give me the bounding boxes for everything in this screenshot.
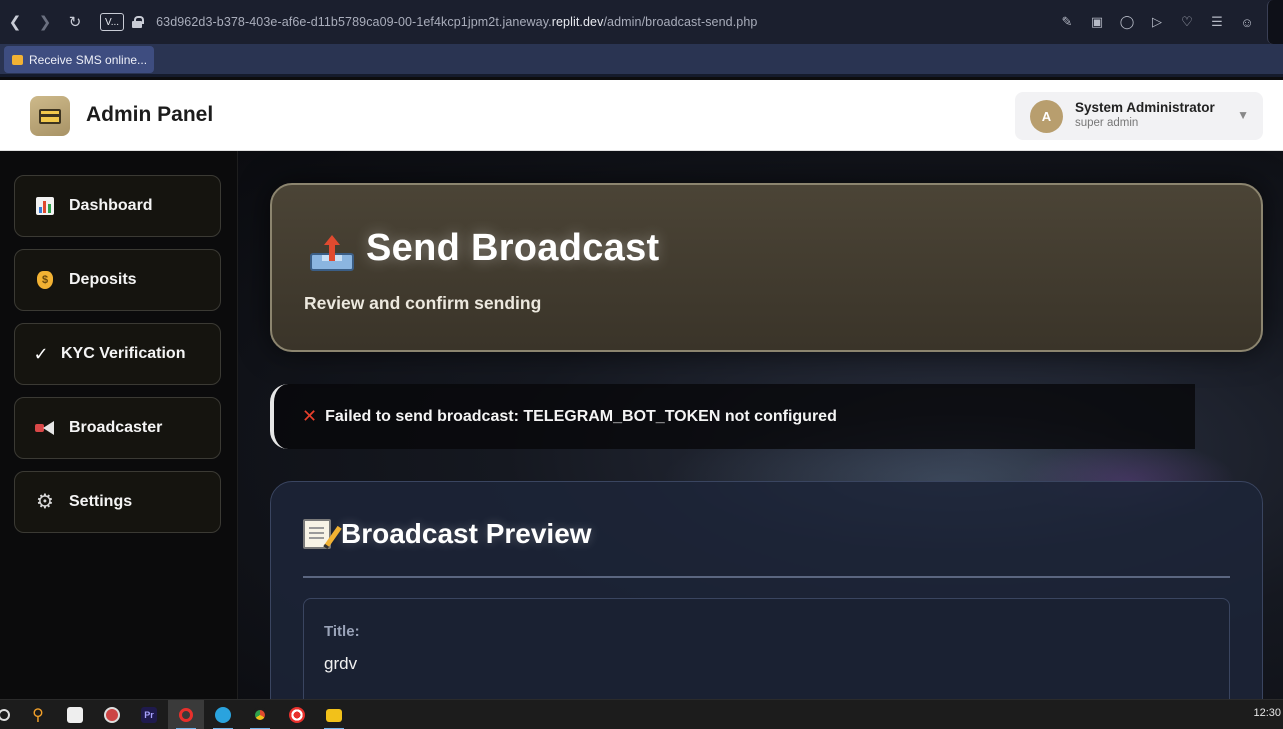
sidebar: Dashboard $ Deposits ✓ KYC Verification … (0, 151, 238, 699)
sidebar-item-kyc[interactable]: ✓ KYC Verification (14, 323, 221, 385)
error-alert: ✕ Failed to send broadcast: TELEGRAM_BOT… (270, 384, 1195, 449)
sidebar-item-dashboard[interactable]: Dashboard (14, 175, 221, 237)
app-title: Admin Panel (86, 103, 214, 126)
bookmark-label: Receive SMS online... (29, 52, 148, 67)
user-name: System Administrator (1075, 100, 1215, 115)
app-icon[interactable] (279, 700, 315, 729)
search-icon[interactable]: ⚲ (20, 700, 56, 729)
memo-icon (303, 519, 331, 549)
chevron-down-icon: ▼ (1237, 108, 1249, 122)
sidebar-item-broadcaster[interactable]: Broadcaster (14, 397, 221, 459)
page-subtitle: Review and confirm sending (304, 293, 542, 313)
edit-icon[interactable]: ✎ (1059, 14, 1075, 30)
money-bag-icon: $ (35, 270, 55, 290)
title-value: grdv (324, 654, 358, 673)
page-title: Send Broadcast (366, 227, 660, 269)
user-role: super admin (1075, 117, 1139, 129)
checkmark-icon: ✓ (33, 343, 49, 364)
telegram-icon[interactable] (205, 700, 241, 729)
app-icon[interactable] (94, 700, 130, 729)
bookmarks-bar: Receive SMS online... (0, 44, 1283, 77)
forward-icon[interactable]: ❯ (30, 0, 60, 44)
page-header-card: Send Broadcast Review and confirm sendin… (270, 183, 1263, 352)
sidebar-item-label: Broadcaster (69, 419, 163, 436)
error-x-icon: ✕ (302, 406, 318, 426)
browser-toolbar: ❮ ❯ ↻ V... 63d962d3-b378-403e-af6e-d11b5… (0, 0, 1283, 44)
clock: 12:30 (1253, 707, 1281, 719)
camera-icon[interactable]: ▣ (1089, 14, 1105, 30)
profile-icon[interactable]: ☺ (1239, 14, 1255, 30)
opera-icon[interactable] (168, 700, 204, 729)
megaphone-icon (35, 418, 55, 438)
site-badge[interactable]: V... (100, 13, 125, 31)
menu-icon[interactable]: ☰ (1209, 14, 1225, 30)
shield-icon[interactable]: ◯ (1119, 14, 1135, 30)
taskbar: ⚲ Pr 12:30 (0, 699, 1283, 729)
app-icon[interactable] (57, 700, 93, 729)
send-icon[interactable]: ▷ (1149, 14, 1165, 30)
user-menu[interactable]: A System Administrator super admin ▼ (1015, 92, 1263, 140)
main-content: Send Broadcast Review and confirm sendin… (238, 151, 1283, 699)
reload-icon[interactable]: ↻ (60, 0, 90, 44)
title-field: Title: grdv (303, 598, 1230, 699)
sidebar-item-label: Deposits (69, 271, 137, 288)
sidebar-item-label: Settings (69, 493, 133, 510)
error-message: Failed to send broadcast: TELEGRAM_BOT_T… (325, 407, 837, 425)
file-explorer-icon[interactable] (316, 700, 352, 729)
sidebar-item-label: Dashboard (69, 197, 153, 214)
broadcast-preview-card: Broadcast Preview Title: grdv (270, 481, 1263, 699)
lock-icon (132, 16, 145, 28)
url-host: replit.dev (551, 15, 604, 29)
bookmark-item[interactable]: Receive SMS online... (4, 46, 154, 73)
bar-chart-icon (35, 196, 55, 216)
url-path: /admin/broadcast-send.php (603, 15, 758, 29)
premiere-icon[interactable]: Pr (131, 700, 167, 729)
divider (303, 576, 1230, 578)
back-icon[interactable]: ❮ (0, 0, 30, 44)
chrome-icon[interactable] (242, 700, 278, 729)
sidebar-edge (1267, 0, 1283, 44)
sidebar-item-deposits[interactable]: $ Deposits (14, 249, 221, 311)
outbox-tray-icon (310, 235, 354, 271)
preview-title: Broadcast Preview (341, 518, 592, 549)
heart-icon[interactable]: ♡ (1179, 14, 1195, 30)
url-prefix: 63d962d3-b378-403e-af6e-d11b5789ca09-00-… (156, 15, 552, 29)
avatar: A (1030, 100, 1063, 133)
logo[interactable] (30, 96, 70, 136)
sidebar-item-settings[interactable]: ⚙ Settings (14, 471, 221, 533)
app-header: Admin Panel A System Administrator super… (0, 80, 1283, 151)
address-bar[interactable]: 63d962d3-b378-403e-af6e-d11b5789ca09-00-… (156, 15, 757, 29)
start-icon[interactable] (0, 700, 22, 729)
sidebar-item-label: KYC Verification (61, 345, 186, 362)
title-label: Title: (324, 623, 360, 640)
credit-card-icon (39, 108, 61, 124)
gear-icon: ⚙ (36, 491, 54, 513)
bookmark-favicon-icon (12, 54, 23, 65)
